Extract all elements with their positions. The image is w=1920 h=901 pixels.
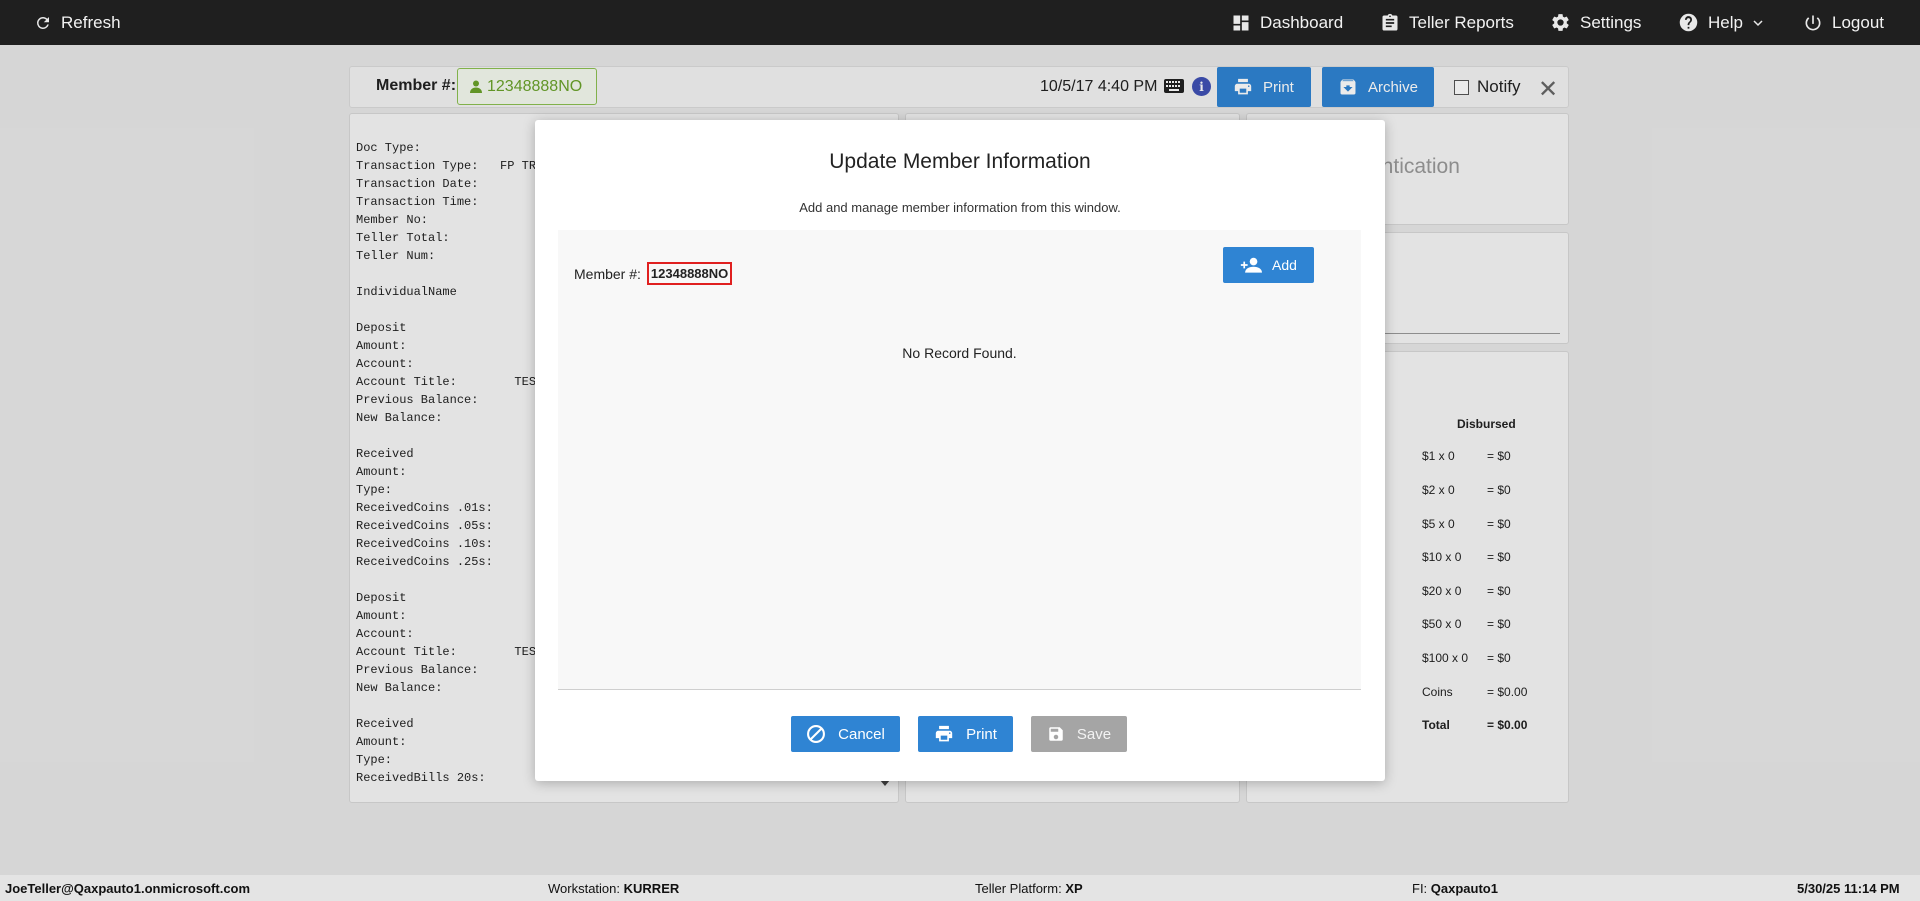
cancel-icon	[807, 725, 826, 743]
workstation-value: KURRER	[623, 881, 680, 896]
top-nav-bar: Refresh Dashboard Teller Reports Setting…	[0, 0, 1920, 45]
workstation-label: Workstation:	[548, 881, 621, 896]
member-field-label: Member #:	[574, 265, 641, 282]
nav-help[interactable]: Help	[1678, 0, 1764, 45]
cancel-button[interactable]: Cancel	[791, 716, 900, 752]
refresh-label: Refresh	[61, 12, 121, 32]
save-label: Save	[1076, 725, 1112, 743]
nav-teller-reports-label: Teller Reports	[1409, 12, 1514, 32]
nav-settings[interactable]: Settings	[1550, 0, 1641, 45]
cancel-label: Cancel	[838, 725, 885, 743]
printer-icon	[935, 725, 953, 742]
gear-icon	[1552, 14, 1569, 31]
dialog-title: Update Member Information	[829, 150, 1091, 173]
logout-label: Logout	[1832, 12, 1884, 32]
nav-dashboard[interactable]: Dashboard	[1231, 0, 1343, 45]
member-records-area: Member #: 12348888NO Add No Record Found…	[558, 230, 1361, 690]
help-icon	[1679, 13, 1698, 32]
add-member-button[interactable]: Add	[1223, 247, 1314, 283]
dialog-print-button[interactable]: Print	[918, 716, 1013, 752]
add-label: Add	[1272, 257, 1297, 273]
chevron-down-icon	[1753, 19, 1763, 26]
platform-status: Teller Platform: XP	[975, 881, 1083, 896]
nav-help-label: Help	[1708, 12, 1743, 32]
empty-state-message: No Record Found.	[902, 345, 1017, 361]
member-field: Member #: 12348888NO	[574, 262, 733, 285]
nav-settings-label: Settings	[1580, 12, 1642, 32]
dialog-print-label: Print	[966, 725, 997, 743]
refresh-button[interactable]: Refresh	[34, 0, 121, 45]
status-datetime: 5/30/25 11:14 PM	[1797, 881, 1900, 896]
dashboard-icon	[1233, 15, 1249, 30]
workstation-status: Workstation: KURRER	[548, 881, 679, 896]
floppy-disk-icon	[1049, 727, 1063, 741]
fi-status: FI: Qaxpauto1	[1412, 881, 1498, 896]
refresh-icon	[36, 16, 49, 29]
platform-value: XP	[1065, 881, 1083, 896]
platform-label: Teller Platform:	[975, 881, 1062, 896]
member-field-value: 12348888NO	[646, 262, 733, 285]
add-person-icon	[1240, 257, 1263, 273]
status-bar: JoeTeller@Qaxpauto1.onmicrosoft.com Work…	[0, 875, 1920, 901]
logged-in-user: JoeTeller@Qaxpauto1.onmicrosoft.com	[5, 881, 251, 896]
nav-dashboard-label: Dashboard	[1260, 12, 1344, 32]
fi-label: FI:	[1412, 881, 1428, 896]
logout-button[interactable]: Logout	[1803, 0, 1884, 45]
dialog-subtitle: Add and manage member information from t…	[799, 200, 1121, 215]
update-member-dialog: Update Member Information Add and manage…	[535, 120, 1385, 781]
nav-teller-reports[interactable]: Teller Reports	[1380, 0, 1514, 45]
power-icon	[1805, 15, 1821, 30]
save-button[interactable]: Save	[1031, 716, 1127, 752]
fi-value: Qaxpauto1	[1430, 881, 1498, 896]
clipboard-icon	[1382, 13, 1398, 31]
